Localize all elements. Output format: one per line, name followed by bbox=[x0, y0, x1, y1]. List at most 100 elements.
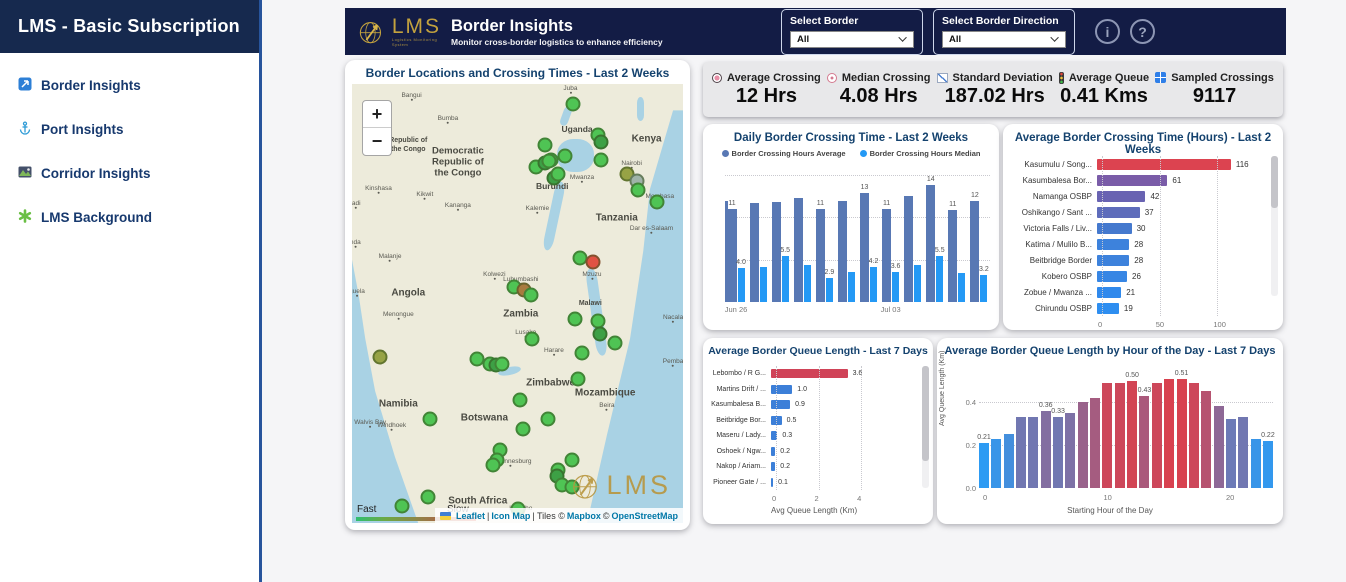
border-marker[interactable] bbox=[485, 457, 501, 473]
hour-bar[interactable] bbox=[1114, 382, 1125, 488]
sidebar-item-lms-background[interactable]: LMS Background bbox=[18, 209, 241, 226]
sidebar-item-corridor-insights[interactable]: Corridor Insights bbox=[18, 165, 241, 182]
help-icon[interactable]: ? bbox=[1130, 19, 1155, 44]
border-marker[interactable] bbox=[630, 182, 646, 198]
hour-bar[interactable] bbox=[1238, 417, 1249, 488]
border-marker[interactable] bbox=[567, 311, 583, 327]
border-marker[interactable] bbox=[537, 137, 553, 153]
border-marker[interactable] bbox=[515, 421, 531, 437]
border-marker[interactable] bbox=[593, 134, 609, 150]
h-bar[interactable] bbox=[1097, 286, 1122, 298]
border-marker[interactable] bbox=[540, 411, 556, 427]
h-bar[interactable] bbox=[1097, 302, 1119, 314]
hour-bar[interactable]: 0.36 bbox=[1039, 402, 1053, 488]
border-marker[interactable] bbox=[420, 489, 436, 505]
median-bar[interactable] bbox=[803, 264, 811, 302]
median-bar[interactable]: 3.2 bbox=[979, 266, 989, 302]
border-marker[interactable] bbox=[593, 152, 609, 168]
attribution-link[interactable]: Leaflet bbox=[456, 511, 485, 521]
info-icon[interactable]: i bbox=[1095, 19, 1120, 44]
avg-bar[interactable]: 12 bbox=[970, 192, 980, 302]
median-bar[interactable] bbox=[847, 272, 855, 302]
border-marker[interactable] bbox=[607, 335, 623, 351]
h-bar[interactable] bbox=[1097, 158, 1231, 170]
avg-bar[interactable]: 14 bbox=[926, 176, 936, 302]
hour-bar[interactable] bbox=[1016, 417, 1027, 488]
hour-bar[interactable]: 0.21 bbox=[977, 434, 991, 488]
median-bar[interactable]: 4.0 bbox=[736, 259, 746, 302]
sidebar-item-border-insights[interactable]: Border Insights bbox=[18, 77, 241, 94]
hour-bar[interactable] bbox=[1065, 412, 1076, 488]
avg-bar[interactable]: 13 bbox=[860, 184, 869, 302]
median-bar[interactable] bbox=[914, 264, 922, 302]
border-marker[interactable] bbox=[512, 392, 528, 408]
border-marker[interactable] bbox=[523, 287, 539, 303]
border-marker[interactable] bbox=[574, 345, 590, 361]
hour-bar[interactable] bbox=[1201, 391, 1212, 488]
border-marker[interactable] bbox=[550, 166, 566, 182]
border-marker[interactable] bbox=[649, 194, 665, 210]
median-bar[interactable] bbox=[958, 273, 966, 302]
border-filter-select[interactable]: All bbox=[790, 30, 914, 48]
ocean-left bbox=[352, 84, 683, 523]
border-marker[interactable] bbox=[557, 148, 573, 164]
border-marker[interactable] bbox=[592, 326, 608, 342]
hour-bar[interactable] bbox=[1213, 406, 1224, 488]
hour-bar[interactable]: 0.51 bbox=[1175, 370, 1188, 488]
zoom-out-button[interactable]: − bbox=[363, 128, 391, 155]
h-bar[interactable] bbox=[771, 384, 793, 394]
avg-bar[interactable] bbox=[904, 196, 914, 302]
border-marker[interactable] bbox=[422, 411, 438, 427]
hour-bar[interactable] bbox=[1090, 397, 1101, 488]
border-marker[interactable] bbox=[524, 331, 540, 347]
median-bar[interactable]: 2.9 bbox=[824, 269, 834, 302]
avg-bar[interactable]: 11 bbox=[815, 200, 825, 302]
h-bar[interactable] bbox=[771, 369, 848, 379]
border-marker[interactable] bbox=[585, 254, 601, 270]
avg-bar[interactable]: 11 bbox=[948, 201, 958, 302]
hour-bar[interactable]: 0.50 bbox=[1125, 372, 1139, 488]
attribution-link[interactable]: Mapbox bbox=[567, 511, 601, 521]
border-marker[interactable] bbox=[564, 452, 580, 468]
crossing-chart-scrollbar-thumb[interactable] bbox=[1271, 156, 1278, 208]
attribution-link[interactable]: OpenStreetMap bbox=[611, 511, 678, 521]
avg-bar[interactable]: 11 bbox=[882, 200, 892, 302]
hour-bar[interactable] bbox=[991, 438, 1002, 488]
border-marker[interactable] bbox=[570, 371, 586, 387]
queue-chart-scrollbar-thumb[interactable] bbox=[922, 366, 929, 461]
border-direction-filter-select[interactable]: All bbox=[942, 30, 1066, 48]
hour-bar[interactable] bbox=[1003, 434, 1014, 488]
median-bar[interactable]: 5.5 bbox=[935, 247, 945, 302]
hour-bar[interactable] bbox=[1250, 438, 1261, 488]
h-bar[interactable] bbox=[1097, 206, 1140, 218]
zoom-in-button[interactable]: + bbox=[363, 101, 391, 128]
border-marker[interactable] bbox=[372, 349, 388, 365]
h-bar[interactable] bbox=[1097, 190, 1146, 202]
avg-bar[interactable] bbox=[837, 200, 847, 302]
avg-bar[interactable] bbox=[793, 198, 803, 302]
hour-bar[interactable] bbox=[1028, 417, 1039, 488]
border-marker[interactable] bbox=[565, 96, 581, 112]
median-bar[interactable]: 3.6 bbox=[891, 263, 900, 302]
hour-bar[interactable]: 0.33 bbox=[1051, 408, 1065, 488]
median-bar[interactable]: 4.2 bbox=[869, 258, 878, 302]
hour-bar[interactable] bbox=[1164, 378, 1175, 488]
map-canvas[interactable]: Republic of the Congo Democratic Republic… bbox=[352, 84, 683, 523]
attribution-link[interactable]: Icon Map bbox=[491, 511, 530, 521]
h-bar[interactable] bbox=[771, 400, 791, 410]
median-bar[interactable]: 5.5 bbox=[780, 247, 790, 302]
sidebar-item-port-insights[interactable]: Port Insights bbox=[18, 121, 241, 138]
median-bar[interactable] bbox=[759, 266, 767, 302]
avg-bar[interactable]: 11 bbox=[727, 200, 737, 302]
hour-bar[interactable] bbox=[1188, 382, 1199, 488]
hour-bar[interactable] bbox=[1077, 402, 1088, 488]
hour-bar[interactable] bbox=[1225, 419, 1236, 488]
hour-bar[interactable]: 0.43 bbox=[1138, 387, 1151, 488]
hour-bar[interactable]: 0.22 bbox=[1261, 432, 1275, 488]
border-marker[interactable] bbox=[494, 356, 510, 372]
h-bar[interactable] bbox=[1097, 174, 1168, 186]
avg-bar[interactable] bbox=[749, 203, 759, 302]
hour-bar[interactable] bbox=[1151, 382, 1162, 488]
border-marker[interactable] bbox=[394, 498, 410, 514]
hour-bar[interactable] bbox=[1102, 382, 1113, 488]
